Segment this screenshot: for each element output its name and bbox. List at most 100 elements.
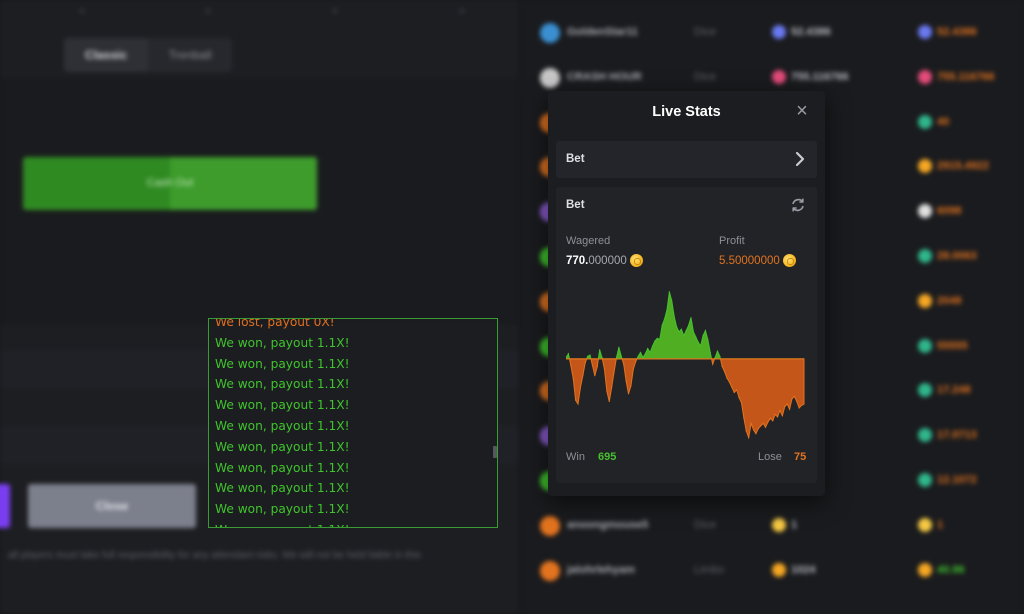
chart-point — [661, 324, 663, 327]
chart-point — [680, 328, 682, 330]
stats-category-select[interactable]: Bet — [556, 141, 817, 178]
payout-amount: 2048 — [937, 294, 962, 307]
chart-point — [675, 326, 678, 328]
game-name: Dice — [694, 26, 717, 38]
lose-count: 75 — [794, 451, 807, 463]
chart-point — [769, 417, 771, 419]
chart-point — [745, 430, 747, 432]
payout-amount: 6098 — [937, 205, 962, 218]
chart-point — [707, 338, 709, 341]
chart-point — [738, 396, 740, 399]
chart-point — [601, 357, 603, 359]
payout-amount: 755.116766 — [937, 70, 995, 83]
bet-button[interactable] — [0, 484, 10, 528]
coin-icon — [918, 428, 932, 443]
close-button[interactable]: Close — [28, 484, 196, 528]
chart-point — [774, 413, 776, 415]
tab-trenball[interactable]: Trenball — [148, 38, 232, 72]
bet-amount: 52.4386 — [791, 26, 831, 38]
close-icon[interactable]: × — [790, 99, 814, 123]
chart-point — [750, 422, 752, 424]
log-line: We lost, payout 0X! — [215, 318, 335, 329]
cash-out-button[interactable]: Cash Out — [23, 157, 317, 210]
chart-point — [800, 404, 803, 406]
leaderboard-row[interactable]: GoldenStar11 Dice 52.4386 52.4386 — [520, 12, 1024, 56]
result-log[interactable]: We lost, payout 0X! We won, payout 1.1X! W… — [208, 318, 498, 528]
coin-icon — [918, 473, 932, 487]
coin-icon — [918, 25, 932, 39]
chart-point — [623, 363, 625, 365]
chart-point — [688, 324, 690, 327]
tab-classic[interactable]: Classic — [64, 38, 148, 72]
coin-icon — [918, 517, 932, 532]
win-label: Win — [566, 451, 585, 463]
coin-icon — [782, 254, 796, 267]
chart-point — [762, 422, 764, 424]
chart-point — [724, 371, 726, 373]
chart-area-negative — [566, 358, 805, 440]
chart-point — [589, 354, 591, 356]
leaderboard-row[interactable]: anoongmouse5 Dice 1 1 — [520, 505, 1024, 549]
player-name: jalohrlehyam — [567, 563, 635, 576]
coin-icon — [918, 204, 932, 219]
chart-point — [748, 436, 750, 439]
avatar — [540, 515, 560, 536]
chart-point — [599, 349, 601, 351]
chart-point — [779, 409, 781, 412]
chart-point — [635, 360, 637, 363]
chart-point — [663, 318, 666, 320]
disclaimer-text: all players must take full responsibilit… — [8, 550, 421, 561]
game-mode-tabs[interactable]: Classic Trenball — [64, 38, 232, 72]
bet-amount: 1 — [791, 518, 798, 531]
wagered-decimals: 000000 — [588, 254, 627, 267]
coin-icon — [918, 338, 932, 353]
chart-point — [690, 317, 692, 319]
avatar — [540, 560, 560, 581]
chart-point — [606, 390, 608, 392]
wagered-label: Wagered — [566, 235, 611, 247]
chart-point — [666, 309, 668, 311]
chart-point — [594, 375, 596, 377]
payout-amount: 2915.4922 — [937, 160, 989, 173]
profit-amount: 5.50000000 — [719, 254, 780, 267]
chart-point — [637, 355, 639, 357]
chart-point — [611, 386, 613, 388]
chart-point — [704, 329, 707, 332]
log-line: We won, payout 1.1X! — [215, 335, 350, 350]
player-name: CRASH HOUR — [567, 70, 642, 83]
chart-point — [692, 331, 695, 333]
leaderboard-row[interactable]: jalohrlehyam Limbo 1024 40.96 — [520, 550, 1024, 594]
profit-value: 5.50000000 — [719, 254, 796, 267]
coin-icon — [772, 69, 786, 84]
stats-section-title: Bet — [566, 199, 585, 211]
chart-point — [632, 368, 634, 370]
log-line: We won, payout 1.1X! — [215, 502, 350, 517]
chart-point — [733, 391, 735, 394]
coin-icon — [629, 254, 643, 267]
refresh-icon[interactable] — [789, 196, 807, 214]
live-stats-modal: Live Stats × Bet Bet Wagered Profit 770.… — [548, 91, 825, 496]
coin-icon — [772, 562, 786, 577]
screen: Classic Trenball Cash Out Close all play… — [0, 0, 1024, 614]
chart-point — [673, 315, 675, 317]
chart-point — [772, 420, 774, 422]
chart-point — [728, 381, 731, 383]
chart-point — [572, 377, 574, 379]
player-name: anoongmouse5 — [567, 518, 649, 531]
game-name: Dice — [694, 70, 717, 83]
resize-handle[interactable] — [493, 446, 497, 458]
chart-point — [764, 426, 767, 428]
wagered-integer: 770. — [566, 254, 589, 267]
chart-point — [796, 400, 798, 403]
chart-point — [678, 331, 680, 333]
chart-point — [627, 393, 630, 395]
chevron-right-icon — [795, 151, 805, 167]
chart-point — [755, 433, 757, 435]
chart-point — [760, 425, 762, 427]
chart-point — [630, 385, 632, 387]
chart-point — [642, 357, 644, 359]
coin-icon — [918, 293, 932, 308]
bet-amount: 755.116766 — [791, 70, 849, 83]
chart-point — [668, 291, 670, 293]
chart-point — [613, 371, 615, 373]
